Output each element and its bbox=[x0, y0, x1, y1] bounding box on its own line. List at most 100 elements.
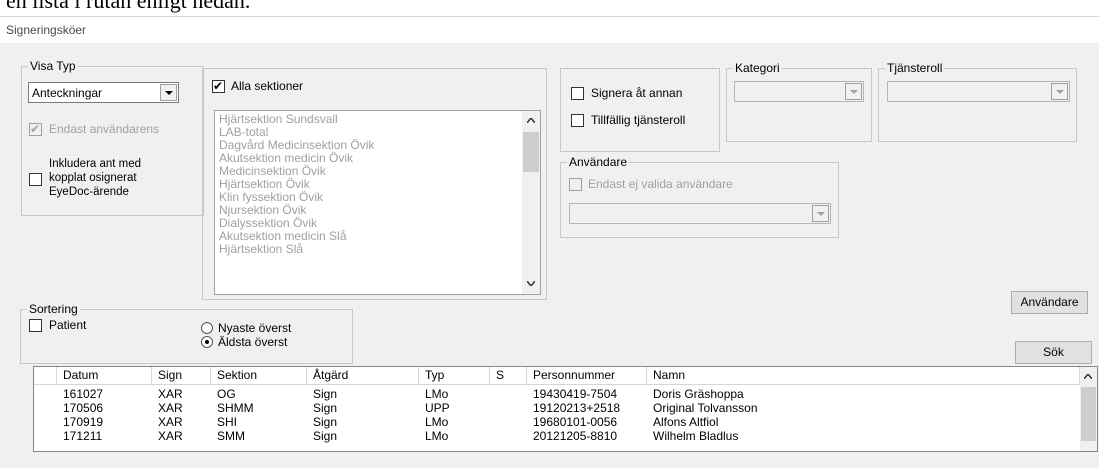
cell-s bbox=[490, 429, 496, 443]
sektioner-listbox[interactable]: Hjärtsektion Sundsvall LAB-total Dagvård… bbox=[214, 110, 541, 295]
cell-s bbox=[490, 401, 496, 415]
endast-anvandarens-label: Endast användarens bbox=[49, 122, 160, 136]
scroll-up-icon[interactable] bbox=[1084, 374, 1092, 379]
patient-checkbox[interactable] bbox=[29, 319, 42, 332]
alla-sektioner-checkbox[interactable]: ✔ bbox=[212, 79, 225, 93]
cell-namn: Doris Gräshoppa bbox=[653, 387, 744, 401]
nyaste-overst-radio[interactable] bbox=[201, 322, 213, 334]
anvandare-select[interactable] bbox=[569, 203, 831, 224]
visa-typ-legend: Visa Typ bbox=[28, 59, 78, 73]
sektioner-scrollbar[interactable] bbox=[522, 111, 540, 294]
chevron-down-icon[interactable] bbox=[1051, 83, 1068, 100]
cell-personnummer: 19120213+2518 bbox=[533, 401, 621, 415]
cell-atgard: Sign bbox=[313, 415, 338, 429]
cell-datum: 161027 bbox=[63, 387, 104, 401]
cell-sign: XAR bbox=[158, 401, 183, 415]
cell-typ: UPP bbox=[425, 401, 450, 415]
cell-s bbox=[490, 415, 496, 429]
inkludera-label-line3: EyeDoc-ärende bbox=[49, 186, 129, 198]
cell-namn: Original Tolvansson bbox=[653, 401, 758, 415]
inkludera-eyedoc-checkbox[interactable] bbox=[29, 173, 42, 186]
cell-namn: Alfons Altfiol bbox=[653, 415, 719, 429]
top-caption-text: en lista i rutan enligt nedan. bbox=[6, 0, 251, 13]
anvandare-legend: Användare bbox=[567, 155, 630, 169]
visa-typ-select[interactable]: Anteckningar bbox=[28, 82, 179, 103]
column-header-personnummer[interactable]: Personnummer bbox=[527, 367, 647, 385]
table-scrollbar[interactable] bbox=[1080, 367, 1097, 451]
window-title: Signeringsköer bbox=[6, 23, 87, 37]
anvandare-group: Användare Endast ej valida användare bbox=[560, 155, 839, 238]
column-header-sign[interactable]: Sign bbox=[152, 367, 211, 385]
signera-options-group: Signera åt annan Tillfällig tjänsteroll bbox=[560, 68, 720, 152]
cell-atgard: Sign bbox=[313, 387, 338, 401]
cell-namn: Wilhelm Bladlus bbox=[653, 429, 739, 443]
nyaste-overst-label: Nyaste överst bbox=[218, 321, 292, 335]
check-icon: ✔ bbox=[213, 79, 224, 93]
inkludera-label-line1: Inkludera ant med bbox=[49, 158, 142, 170]
cell-sektion: SMM bbox=[217, 429, 245, 443]
cell-sign: XAR bbox=[158, 387, 183, 401]
visa-typ-value: Anteckningar bbox=[32, 86, 103, 100]
tillfallig-tjansteroll-checkbox[interactable] bbox=[571, 114, 584, 127]
tillfallig-tjansteroll-label: Tillfällig tjänsteroll bbox=[591, 113, 686, 127]
chevron-down-icon[interactable] bbox=[160, 84, 177, 101]
cell-typ: LMo bbox=[425, 387, 449, 401]
sektioner-group: ✔ Alla sektioner Hjärtsektion Sundsvall … bbox=[202, 68, 547, 300]
chevron-down-icon[interactable] bbox=[845, 83, 862, 100]
signing-queue-table[interactable]: Datum Sign Sektion Åtgärd Typ S Personnu… bbox=[33, 366, 1098, 452]
visa-typ-group: Visa Typ Anteckningar ✔ Endast användare… bbox=[21, 59, 204, 216]
cell-sign: XAR bbox=[158, 429, 183, 443]
kategori-select[interactable] bbox=[734, 81, 864, 102]
scroll-up-icon[interactable] bbox=[527, 118, 535, 123]
tjansteroll-select[interactable] bbox=[887, 81, 1070, 102]
endast-ej-valida-checkbox[interactable] bbox=[569, 178, 582, 191]
sortering-group: Sortering Patient Nyaste överst Äldsta ö… bbox=[20, 302, 353, 364]
patient-label: Patient bbox=[49, 318, 87, 332]
radio-selected-dot bbox=[205, 340, 209, 344]
cell-personnummer: 19680101-0056 bbox=[533, 415, 618, 429]
list-item[interactable]: Hjärtsektion Slå bbox=[219, 243, 303, 256]
tjansteroll-legend: Tjänsteroll bbox=[885, 61, 945, 75]
column-header-s[interactable]: S bbox=[490, 367, 527, 385]
sok-button[interactable]: Sök bbox=[1015, 341, 1092, 364]
cell-datum: 170919 bbox=[63, 415, 104, 429]
cell-atgard: Sign bbox=[313, 401, 338, 415]
cell-atgard: Sign bbox=[313, 429, 338, 443]
signera-at-annan-checkbox[interactable] bbox=[571, 87, 584, 100]
alla-sektioner-label: Alla sektioner bbox=[231, 79, 304, 93]
top-caption: en lista i rutan enligt nedan. bbox=[0, 0, 1099, 16]
cell-s bbox=[490, 387, 496, 401]
aldsta-overst-label: Äldsta överst bbox=[218, 335, 288, 349]
endast-anvandarens-checkbox[interactable]: ✔ bbox=[29, 122, 42, 136]
anvandare-button[interactable]: Användare bbox=[1011, 291, 1088, 314]
column-header-atgard[interactable]: Åtgärd bbox=[307, 367, 419, 385]
scroll-thumb[interactable] bbox=[523, 132, 539, 172]
endast-ej-valida-label: Endast ej valida användare bbox=[588, 177, 733, 191]
title-bar: Signeringsköer bbox=[0, 17, 1099, 43]
aldsta-overst-radio[interactable] bbox=[201, 336, 213, 348]
chevron-down-icon[interactable] bbox=[812, 205, 829, 222]
cell-personnummer: 19430419-7504 bbox=[533, 387, 618, 401]
column-header-namn[interactable]: Namn bbox=[647, 367, 1080, 385]
column-header-sektion[interactable]: Sektion bbox=[211, 367, 307, 385]
cell-typ: LMo bbox=[425, 415, 449, 429]
signera-at-annan-label: Signera åt annan bbox=[591, 86, 683, 100]
scroll-thumb[interactable] bbox=[1081, 387, 1096, 441]
scroll-down-icon[interactable] bbox=[527, 281, 535, 286]
cell-datum: 170506 bbox=[63, 401, 104, 415]
cell-sektion: SHMM bbox=[217, 401, 254, 415]
cell-typ: LMo bbox=[425, 429, 449, 443]
column-header-datum[interactable]: Datum bbox=[57, 367, 152, 385]
cell-sign: XAR bbox=[158, 415, 183, 429]
column-header-typ[interactable]: Typ bbox=[419, 367, 490, 385]
column-header-select[interactable] bbox=[34, 367, 57, 385]
cell-personnummer: 20121205-8810 bbox=[533, 429, 618, 443]
check-icon: ✔ bbox=[30, 122, 41, 136]
tjansteroll-group: Tjänsteroll bbox=[878, 61, 1077, 142]
inkludera-label-line2: kopplat osignerat bbox=[49, 172, 137, 184]
kategori-legend: Kategori bbox=[733, 61, 782, 75]
cell-sektion: SHI bbox=[217, 415, 238, 429]
kategori-group: Kategori bbox=[726, 61, 872, 142]
cell-datum: 171211 bbox=[63, 429, 103, 443]
cell-sektion: OG bbox=[217, 387, 236, 401]
